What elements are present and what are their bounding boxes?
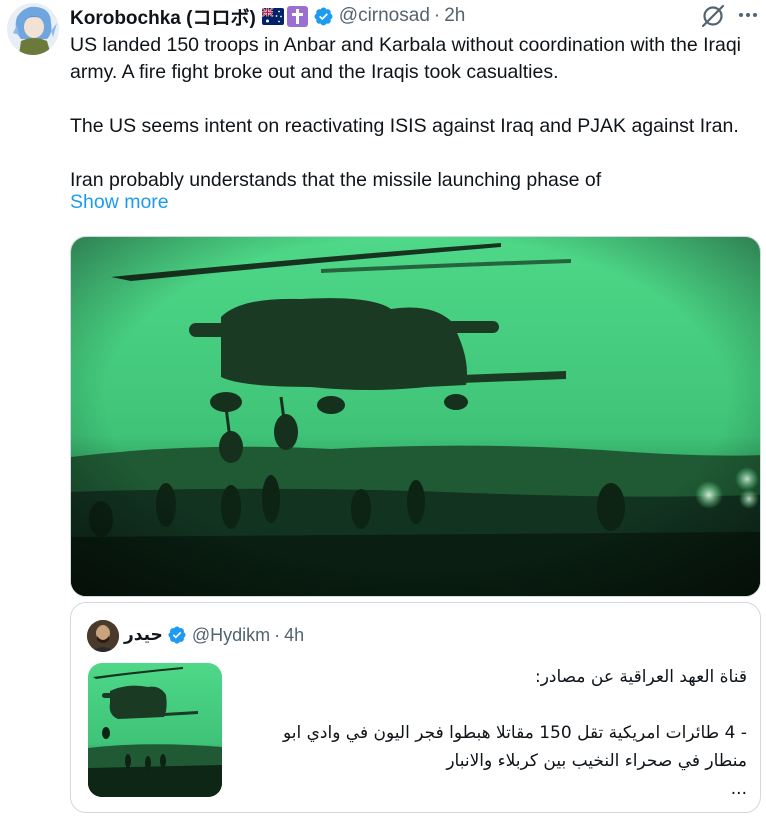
quoted-tweet-timestamp[interactable]: 4h [284, 625, 304, 646]
show-more-link[interactable]: Show more [70, 191, 169, 214]
quoted-media-thumbnail[interactable] [88, 663, 222, 797]
tweet-timestamp[interactable]: 2h [444, 5, 465, 27]
quoted-tweet-header: حيدر @Hydikm · 4h [124, 622, 304, 648]
author-avatar[interactable] [7, 3, 59, 55]
author-display-name[interactable]: Korobochka (コロボ) [70, 3, 256, 30]
latin-cross-icon [286, 5, 308, 27]
tweet-text: US landed 150 troops in Anbar and Karbal… [70, 32, 760, 194]
verified-badge-icon [313, 6, 334, 27]
quoted-text-line: - 4 طائرات امريكية تقل 150 مقاتلا هبطوا … [282, 723, 747, 743]
quoted-author-display-name[interactable]: حيدر [124, 625, 163, 645]
verified-badge-icon [167, 625, 187, 645]
quoted-author-avatar[interactable] [87, 620, 119, 652]
grok-slash-icon[interactable] [700, 3, 726, 29]
tweet-paragraph: US landed 150 troops in Anbar and Karbal… [70, 34, 742, 83]
separator-dot: · [274, 624, 281, 645]
author-handle[interactable]: @cirnosad [339, 5, 430, 27]
tweet-media-image[interactable] [70, 236, 761, 597]
quoted-text-line: منطار في صحراء النخيب بين كربلاء والانبا… [446, 751, 747, 771]
separator-dot: · [433, 5, 441, 26]
quoted-text-line: قناة العهد العراقية عن مصادر: [534, 667, 747, 687]
quoted-author-handle[interactable]: @Hydikm [192, 625, 270, 646]
quoted-tweet-text: قناة العهد العراقية عن مصادر: - 4 طائرات… [241, 663, 747, 803]
quoted-tweet[interactable]: حيدر @Hydikm · 4h قناة العهد العراقية عن… [70, 602, 761, 813]
australia-flag-icon [261, 7, 284, 25]
quoted-text-line: ... [730, 779, 747, 799]
tweet-header: Korobochka (コロボ) @cirnosad · 2h [70, 3, 465, 30]
tweet-paragraph: Iran probably understands that the missi… [70, 169, 602, 191]
tweet-paragraph: The US seems intent on reactivating ISIS… [70, 115, 739, 137]
more-dots-icon[interactable] [737, 8, 759, 22]
